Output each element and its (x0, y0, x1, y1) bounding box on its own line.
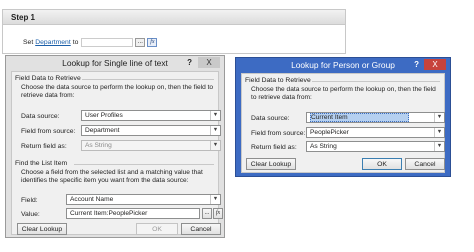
value-input[interactable]: Current Item:PeoplePicker (66, 208, 200, 219)
chevron-down-icon: ▼ (434, 142, 444, 151)
field-from-source-value: Department (85, 127, 120, 134)
field-label: Field: (21, 197, 38, 204)
data-source-value: User Profiles (85, 112, 123, 119)
ok-button[interactable]: OK (362, 158, 402, 170)
step-title: Step 1 (3, 10, 345, 25)
return-field-label: Return field as: (251, 144, 297, 151)
data-source-select[interactable]: User Profiles ▼ (81, 110, 221, 121)
cancel-button[interactable]: Cancel (181, 223, 221, 235)
lookup-single-line-dialog: Lookup for Single line of text ? X Field… (5, 55, 225, 238)
field-from-source-label: Field from source: (251, 130, 306, 137)
chevron-down-icon: ▼ (434, 128, 444, 137)
field-from-source-label: Field from source: (21, 128, 76, 135)
help-icon[interactable]: ? (414, 58, 419, 72)
chevron-down-icon: ▼ (434, 113, 444, 122)
field-from-source-select[interactable]: Department ▼ (81, 125, 221, 136)
data-source-label: Data source: (251, 115, 290, 122)
step-fx-button[interactable]: fx (147, 38, 158, 47)
return-field-label: Return field as: (21, 143, 67, 150)
ok-button: OK (136, 223, 178, 235)
value-fx-button[interactable]: fx (213, 208, 223, 219)
step-sentence-post: to (72, 39, 79, 46)
group-separator (82, 79, 214, 80)
group-separator (74, 164, 214, 165)
return-field-value: As String (310, 143, 337, 150)
cancel-button[interactable]: Cancel (405, 158, 445, 170)
return-field-select[interactable]: As String ▼ (306, 141, 445, 152)
return-field-select: As String ▼ (81, 140, 221, 151)
dialog-content: Field Data to Retrieve Choose the data s… (241, 73, 445, 173)
group-separator (312, 81, 440, 82)
clear-lookup-button[interactable]: Clear Lookup (246, 158, 296, 170)
dialog-title: Lookup for Person or Group (291, 60, 395, 70)
dialog-title: Lookup for Single line of text (62, 58, 168, 68)
field-data-group-title: Field Data to Retrieve (15, 75, 81, 82)
find-item-description: Choose a field from the selected list an… (21, 169, 203, 184)
field-from-source-value: PeoplePicker (310, 129, 349, 136)
value-label: Value: (21, 211, 40, 218)
step-panel: Step 1 Set Department to ... fx (2, 9, 346, 54)
department-field-link[interactable]: Department (35, 39, 71, 46)
field-value: Account Name (70, 196, 114, 203)
step-sentence: Set Department to ... fx (23, 38, 158, 47)
chevron-down-icon: ▼ (210, 141, 220, 150)
close-icon[interactable]: X (424, 59, 446, 70)
value-field[interactable] (81, 38, 134, 47)
field-data-description: Choose the data source to perform the lo… (21, 84, 214, 99)
step-lookup-button[interactable]: ... (135, 38, 146, 47)
field-data-description: Choose the data source to perform the lo… (251, 86, 436, 101)
field-select[interactable]: Account Name ▼ (66, 194, 221, 205)
data-source-value: Current Item (310, 113, 409, 122)
step-sentence-pre: Set (23, 39, 34, 46)
lookup-person-group-dialog: Lookup for Person or Group ? X Field Dat… (235, 57, 451, 177)
dialog-titlebar: Lookup for Single line of text ? X (6, 56, 224, 70)
chevron-down-icon: ▼ (210, 111, 220, 120)
data-source-label: Data source: (21, 113, 60, 120)
help-icon[interactable]: ? (187, 56, 192, 70)
dialog-titlebar: Lookup for Person or Group ? X (236, 58, 450, 72)
close-icon[interactable]: X (198, 57, 220, 68)
field-from-source-select[interactable]: PeoplePicker ▼ (306, 127, 445, 138)
dialog-content: Field Data to Retrieve Choose the data s… (11, 71, 223, 235)
value-input-text: Current Item:PeoplePicker (70, 210, 148, 217)
field-data-group-title: Field Data to Retrieve (245, 77, 311, 84)
chevron-down-icon: ▼ (210, 126, 220, 135)
clear-lookup-button[interactable]: Clear Lookup (17, 223, 67, 235)
chevron-down-icon: ▼ (210, 195, 220, 204)
data-source-select[interactable]: Current Item ▼ (306, 112, 445, 123)
value-lookup-button[interactable]: ... (202, 208, 212, 219)
find-item-group-title: Find the List Item (15, 160, 68, 167)
return-field-value: As String (85, 142, 112, 149)
